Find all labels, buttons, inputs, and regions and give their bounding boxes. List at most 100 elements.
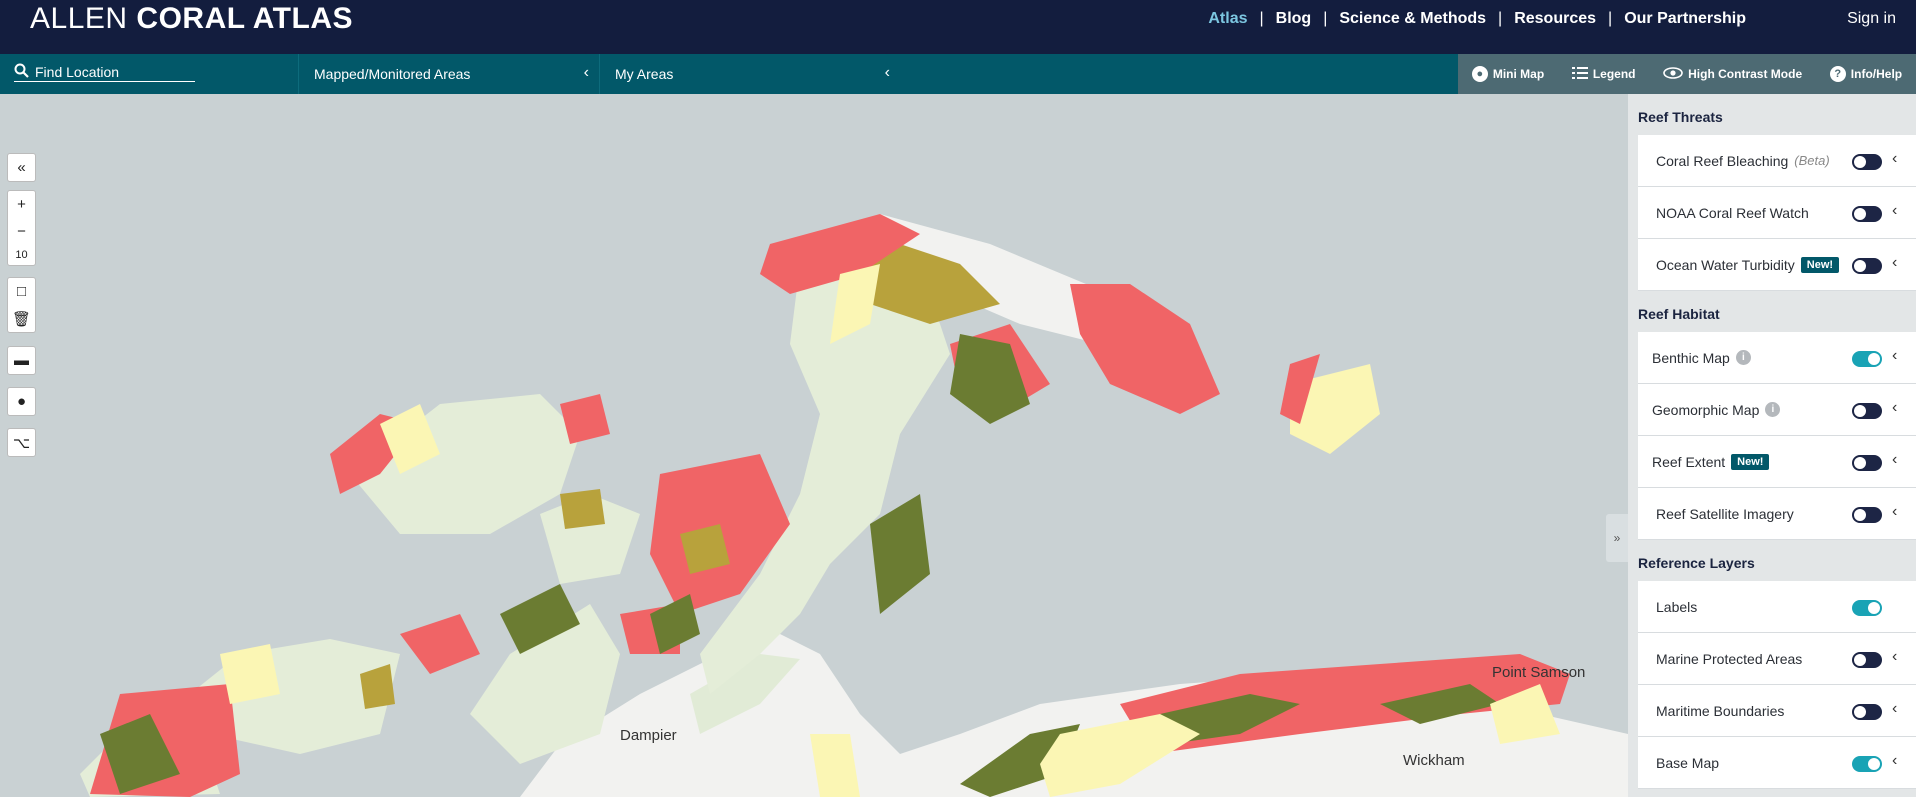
mapped-areas-dropdown[interactable]: Mapped/Monitored Areas ‹	[298, 54, 599, 94]
layer-label: Reef Satellite Imagery	[1656, 505, 1794, 522]
layer-label: Marine Protected Areas	[1656, 650, 1803, 667]
chevron-left-icon[interactable]: ‹	[1892, 150, 1897, 168]
chevron-left-icon[interactable]: ‹	[1892, 700, 1897, 718]
ruler-icon[interactable]: ▬	[8, 347, 35, 374]
layer-label-wrap: Ocean Water Turbidity New!	[1638, 256, 1840, 273]
expand-panel-tab[interactable]: »	[1606, 514, 1628, 562]
chevron-left-icon[interactable]: ‹	[1892, 254, 1897, 272]
brand-logo[interactable]: ALLEN CORAL ATLAS	[30, 2, 353, 36]
layer-row-benthic-map[interactable]: Benthic Map i ‹	[1638, 332, 1916, 384]
nav-separator: |	[1498, 10, 1503, 27]
layer-label: Reef Extent	[1652, 453, 1726, 470]
draw-polygon-icon[interactable]: □	[8, 278, 35, 305]
layer-toggle[interactable]	[1852, 206, 1882, 222]
zoom-out-button[interactable]: −	[8, 218, 35, 245]
share-icon[interactable]: ⌥	[8, 429, 35, 456]
chevron-left-icon[interactable]: ‹	[1892, 648, 1897, 666]
layer-label: Ocean Water Turbidity	[1656, 256, 1795, 273]
info-icon[interactable]: i	[1765, 402, 1781, 417]
nav-separator: |	[1259, 10, 1264, 27]
chevron-left-icon[interactable]: ‹	[1892, 451, 1897, 469]
brand-light: ALLEN	[30, 2, 128, 35]
high-contrast-label: High Contrast Mode	[1688, 67, 1803, 81]
chevron-left-icon[interactable]: ‹	[1892, 399, 1897, 417]
layer-row-noaa-coral-reef-watch[interactable]: NOAA Coral Reef Watch ‹	[1638, 187, 1916, 239]
layer-label-wrap: NOAA Coral Reef Watch	[1638, 205, 1809, 221]
collapse-control[interactable]: «	[7, 153, 36, 182]
layer-row-labels[interactable]: Labels	[1638, 581, 1916, 633]
map-canvas[interactable]: Dampier Point Samson Wickham « + − 10 □ …	[0, 94, 1628, 797]
globe-icon: ●	[1471, 66, 1488, 82]
chevron-left-icon[interactable]: ‹	[1892, 202, 1897, 220]
nav-separator: |	[1323, 10, 1328, 27]
double-chevron-left-icon[interactable]: «	[8, 154, 35, 181]
share-control: ⌥	[7, 428, 36, 457]
chevron-left-icon: ‹	[884, 64, 890, 81]
layer-toggle[interactable]	[1852, 600, 1882, 616]
zoom-level: 10	[15, 249, 28, 261]
trash-icon[interactable]: 🗑	[8, 305, 35, 332]
map-label-point-samson: Point Samson	[1492, 664, 1586, 681]
layer-row-base-map[interactable]: Base Map ‹	[1638, 737, 1916, 789]
comment-icon[interactable]: ●	[8, 388, 35, 415]
layer-toggle[interactable]	[1852, 403, 1882, 419]
main-nav: Atlas | Blog | Science & Methods | Resou…	[1208, 10, 1746, 28]
layer-toggle[interactable]	[1852, 756, 1882, 772]
nav-resources[interactable]: Resources	[1514, 10, 1596, 28]
layer-label: Base Map	[1656, 754, 1720, 771]
layer-row-coral-reef-bleaching[interactable]: Coral Reef Bleaching (Beta) ‹	[1638, 135, 1916, 187]
layer-row-marine-protected-areas[interactable]: Marine Protected Areas ‹	[1638, 633, 1916, 685]
map-tools: ● Mini Map Legend High Contrast Mode ? I…	[1458, 54, 1916, 94]
layer-label: Labels	[1656, 598, 1698, 615]
layer-label-wrap: Coral Reef Bleaching (Beta)	[1638, 153, 1830, 169]
layer-row-reef-extent[interactable]: Reef Extent New! ‹	[1638, 436, 1916, 488]
draw-control: □ 🗑	[7, 277, 36, 333]
top-navigation: ALLEN CORAL ATLAS Atlas | Blog | Science…	[0, 0, 1916, 54]
high-contrast-button[interactable]: High Contrast Mode	[1663, 66, 1803, 82]
eye-icon	[1663, 66, 1683, 82]
nav-science-methods[interactable]: Science & Methods	[1339, 10, 1486, 28]
nav-blog[interactable]: Blog	[1276, 10, 1312, 28]
beta-note: (Beta)	[1794, 153, 1830, 168]
new-badge: New!	[1800, 256, 1840, 273]
legend-button[interactable]: Legend	[1571, 66, 1636, 83]
info-icon[interactable]: i	[1735, 350, 1751, 365]
my-areas-dropdown[interactable]: My Areas ‹	[599, 54, 900, 94]
layer-toggle[interactable]	[1852, 154, 1882, 170]
new-badge: New!	[1731, 453, 1770, 470]
measure-control: ▬	[7, 346, 36, 375]
section-header-reef-threats: Reef Threats	[1638, 109, 1723, 125]
layer-toggle[interactable]	[1852, 507, 1882, 523]
section-header-reference-layers: Reference Layers	[1638, 555, 1755, 571]
layer-row-reef-satellite-imagery[interactable]: Reef Satellite Imagery ‹	[1638, 488, 1916, 540]
layer-label: Coral Reef Bleaching	[1656, 152, 1789, 169]
info-help-button[interactable]: ? Info/Help	[1829, 66, 1902, 82]
nav-our-partnership[interactable]: Our Partnership	[1624, 10, 1746, 28]
layer-label-wrap: Maritime Boundaries	[1638, 703, 1784, 719]
layer-row-ocean-water-turbidity[interactable]: Ocean Water Turbidity New! ‹	[1638, 239, 1916, 291]
list-icon	[1571, 66, 1588, 83]
zoom-in-button[interactable]: +	[8, 191, 35, 218]
legend-label: Legend	[1592, 67, 1636, 81]
layer-label: Benthic Map	[1652, 349, 1730, 366]
mini-map-button[interactable]: ● Mini Map	[1471, 66, 1544, 82]
layer-toggle[interactable]	[1852, 652, 1882, 668]
find-location-label: Find Location	[35, 63, 120, 80]
layer-toggle[interactable]	[1852, 704, 1882, 720]
layer-label-wrap: Benthic Map i	[1638, 350, 1751, 366]
chevron-left-icon[interactable]: ‹	[1892, 503, 1897, 521]
nav-separator: |	[1608, 10, 1613, 27]
find-location-input[interactable]: Find Location	[14, 62, 195, 82]
sign-in-link[interactable]: Sign in	[1847, 10, 1896, 28]
chevron-left-icon[interactable]: ‹	[1892, 752, 1897, 770]
chevron-left-icon[interactable]: ‹	[1892, 347, 1897, 365]
layer-label-wrap: Base Map	[1638, 755, 1719, 771]
layer-toggle[interactable]	[1852, 455, 1882, 471]
layer-toggle[interactable]	[1852, 351, 1882, 367]
layer-label: Maritime Boundaries	[1656, 702, 1785, 719]
layer-row-maritime-boundaries[interactable]: Maritime Boundaries ‹	[1638, 685, 1916, 737]
layer-toggle[interactable]	[1852, 258, 1882, 274]
layer-row-geomorphic-map[interactable]: Geomorphic Map i ‹	[1638, 384, 1916, 436]
map-label-wickham: Wickham	[1403, 752, 1465, 769]
nav-atlas[interactable]: Atlas	[1208, 10, 1247, 28]
